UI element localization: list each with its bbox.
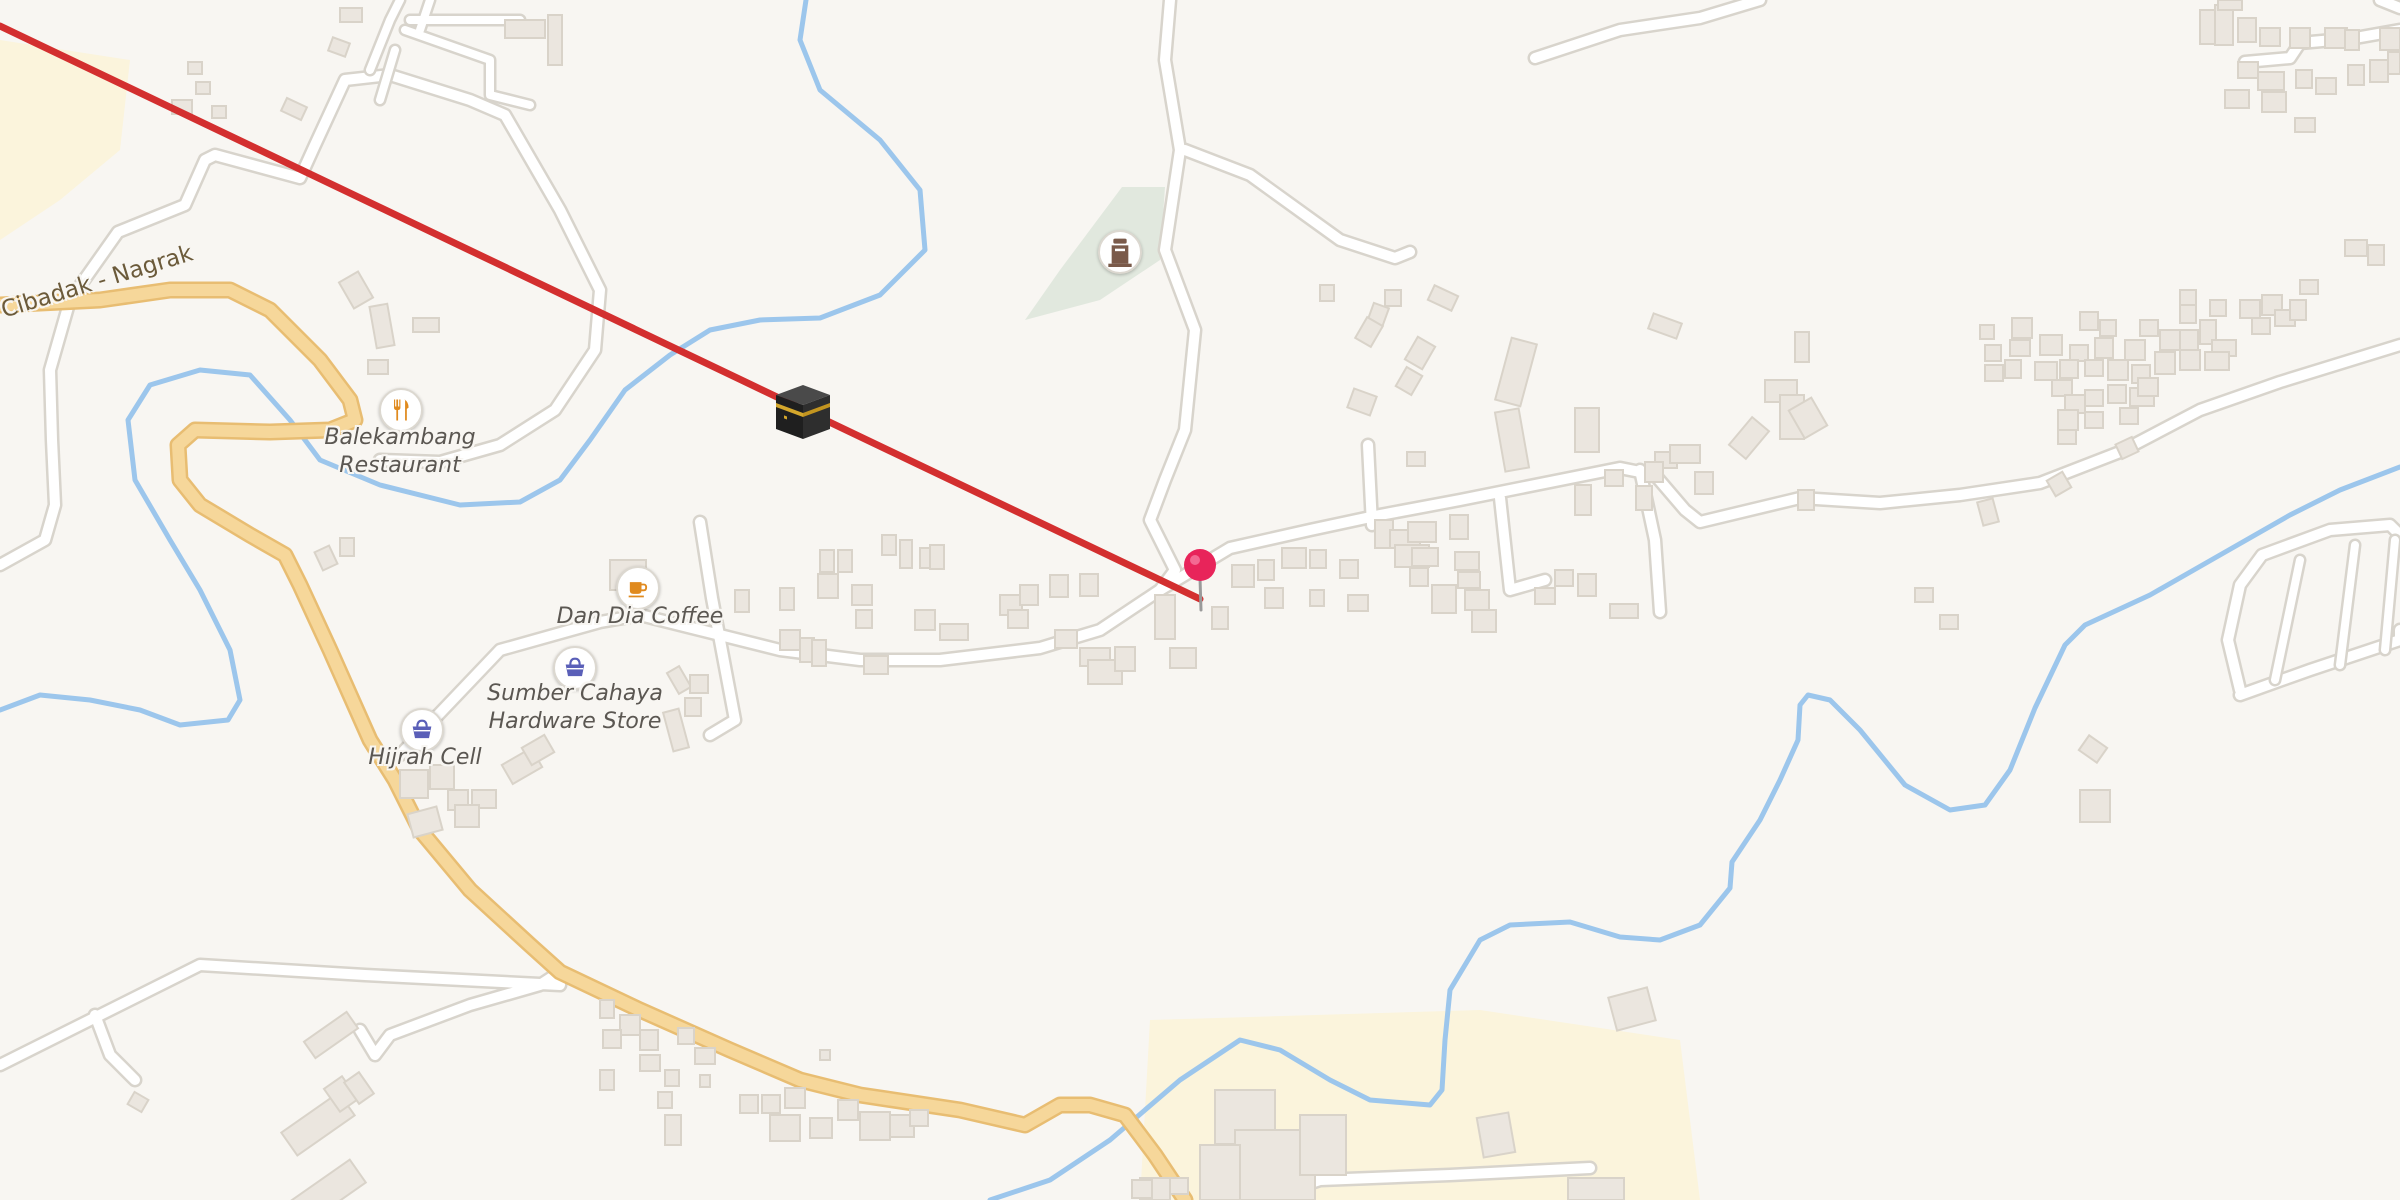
main-road-cibadak-nagrak [0,281,1194,1200]
coffee-icon [628,582,648,598]
poi-label-dan-dia-coffee: Dan Dia Coffee [556,604,724,629]
poi-label-hijrah-cell: Hijrah Cell [368,745,482,770]
qibla-direction-line [0,22,1204,603]
restaurant-icon [394,399,409,421]
shopping-basket-icon [565,657,585,677]
river-north [0,0,928,728]
residential-area [0,40,130,240]
monument-poi[interactable] [1098,230,1142,274]
map-pin-icon[interactable] [1182,548,1218,612]
cemetery-area [1025,187,1165,320]
kaaba-icon[interactable] [772,383,834,441]
poi-label-balekambang: Balekambang Restaurant [324,425,476,478]
shopping-basket-icon [412,719,432,739]
poi-label-sumber-cahaya: Sumber Cahaya Hardware Store [487,681,663,734]
map-view[interactable]: Cibadak - Nagrak Balekambang Restaurant … [0,0,2400,1200]
monument-icon [1108,238,1132,267]
